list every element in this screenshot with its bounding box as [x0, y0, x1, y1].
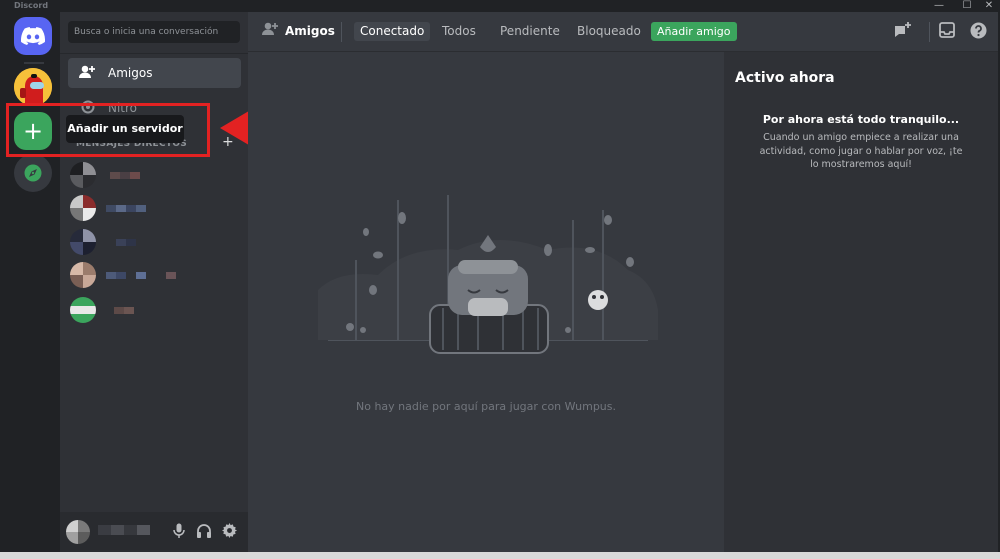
dm-name-redacted	[106, 172, 146, 179]
minimize-button[interactable]: —	[926, 0, 952, 12]
server-rail: +	[8, 12, 60, 552]
title-bar: Discord — ☐ ✕	[0, 0, 1000, 12]
empty-state-text: No hay nadie por aquí para jugar con Wum…	[355, 400, 617, 413]
avatar	[70, 162, 96, 188]
avatar	[70, 229, 96, 255]
sidebar-divider	[60, 53, 248, 54]
topbar-divider	[929, 22, 930, 42]
active-now-description: Cuando un amigo empiece a realizar una a…	[759, 132, 963, 170]
tab-blocked[interactable]: Bloqueado	[571, 22, 647, 41]
microphone-icon[interactable]	[170, 523, 188, 541]
explore-servers-button[interactable]	[14, 154, 52, 192]
rail-separator	[24, 62, 44, 64]
dm-name-redacted	[106, 239, 146, 246]
dm-list-item[interactable]	[68, 227, 241, 257]
add-friend-button[interactable]: Añadir amigo	[651, 22, 737, 41]
add-server-tooltip: Añadir un servidor	[66, 115, 184, 143]
dm-name-redacted	[106, 307, 146, 314]
sidebar-item-label: Amigos	[108, 66, 153, 80]
avatar	[70, 262, 96, 288]
dm-name-redacted	[106, 272, 186, 279]
avatar	[70, 195, 96, 221]
new-group-dm-icon[interactable]	[892, 22, 914, 42]
home-button[interactable]	[14, 17, 52, 55]
search-input[interactable]: Busca o inicia una conversación	[68, 21, 240, 43]
dm-list-item[interactable]	[68, 160, 241, 190]
active-now-subtitle: Por ahora está todo tranquilo...	[762, 113, 960, 126]
server-avatar[interactable]	[14, 68, 52, 106]
sidebar-item-friends[interactable]: Amigos	[68, 58, 241, 88]
tab-pending[interactable]: Pendiente	[494, 22, 566, 41]
help-icon[interactable]	[967, 22, 989, 42]
topbar-divider	[341, 22, 342, 42]
headphones-icon[interactable]	[195, 523, 213, 541]
among-us-avatar	[14, 68, 52, 106]
active-now-panel: Activo ahora Por ahora está todo tranqui…	[724, 52, 998, 552]
dm-sidebar: Busca o inicia una conversación Amigos N…	[60, 12, 248, 552]
wumpus-sleeping-illustration	[318, 195, 658, 354]
user-panel	[60, 512, 248, 552]
friends-icon	[262, 22, 280, 40]
username-redacted	[98, 525, 150, 535]
inbox-icon[interactable]	[936, 22, 958, 42]
dm-list-item[interactable]	[68, 295, 241, 325]
discord-logo-icon	[21, 27, 45, 45]
friends-topbar: Amigos Conectado Todos Pendiente Bloquea…	[248, 12, 998, 52]
avatar	[70, 297, 96, 323]
tab-all[interactable]: Todos	[436, 22, 482, 41]
tab-online[interactable]: Conectado	[354, 22, 431, 41]
settings-gear-icon[interactable]	[220, 523, 238, 541]
avatar[interactable]	[66, 520, 90, 544]
close-button[interactable]: ✕	[976, 0, 1000, 12]
page-title: Amigos	[285, 24, 335, 38]
dm-list-item[interactable]	[68, 260, 241, 290]
active-now-title: Activo ahora	[735, 70, 835, 86]
dm-name-redacted	[106, 205, 156, 212]
app-title: Discord	[14, 1, 49, 10]
dm-list-item[interactable]	[68, 193, 241, 223]
window-bottom-edge	[0, 552, 1000, 559]
friends-icon	[68, 64, 108, 83]
compass-icon	[24, 164, 42, 182]
